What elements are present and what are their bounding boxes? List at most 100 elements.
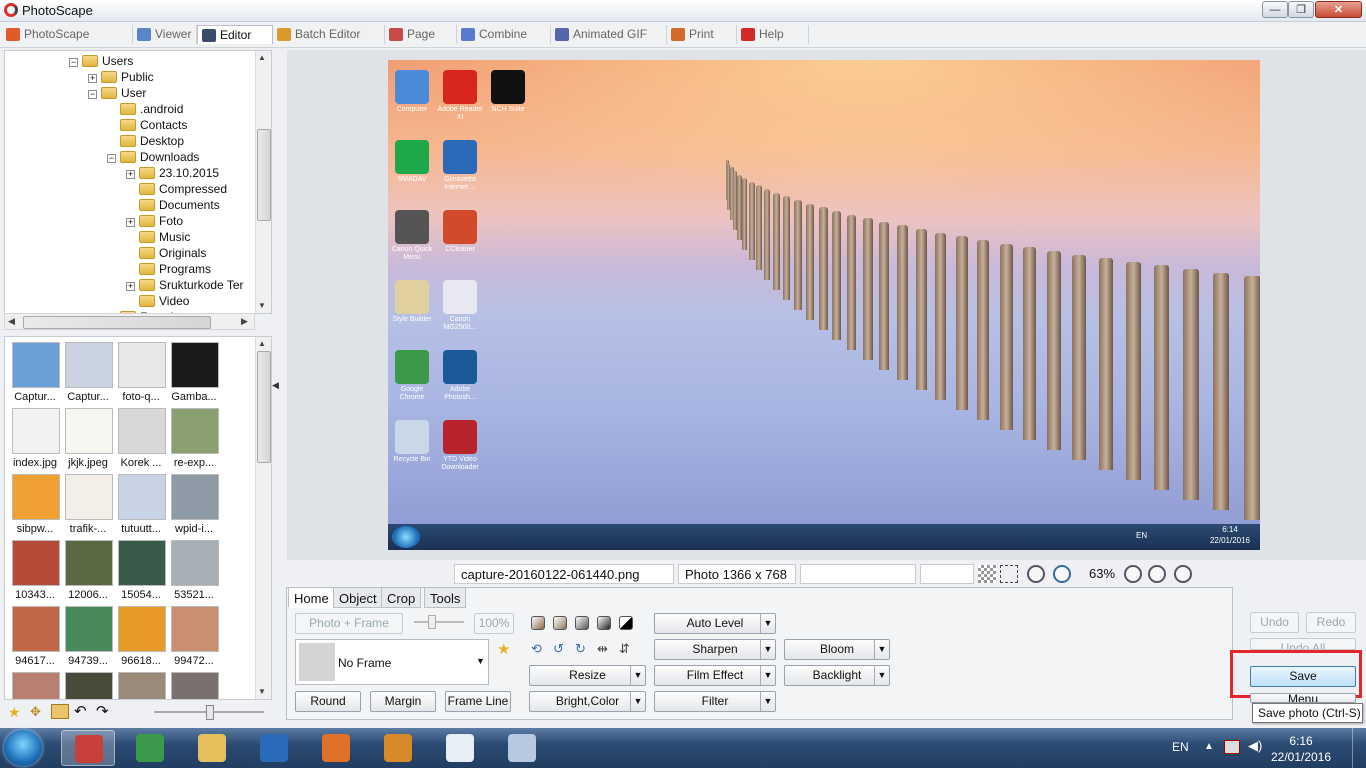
info-icon[interactable]	[1174, 565, 1192, 583]
film-effect-button[interactable]: Film Effect ▼	[654, 665, 776, 686]
tree-hscroll-thumb[interactable]	[23, 316, 211, 329]
rotate-auto-icon[interactable]: ⟲	[531, 641, 542, 657]
tree-item[interactable]: + Foto	[5, 213, 255, 229]
rotate-right-icon[interactable]: ↻	[575, 641, 586, 657]
taskbar-item-viewer[interactable]	[433, 730, 487, 766]
photo-preview[interactable]: Computer Adobe Reader XI NCH Suite SMADAV Gl…	[388, 60, 1260, 550]
vignette-bw-icon[interactable]	[619, 616, 633, 630]
maximize-button[interactable]: ❐	[1288, 1, 1314, 18]
tree-item[interactable]: Compressed	[5, 181, 255, 197]
tree-item[interactable]: Documents	[5, 197, 255, 213]
collapse-icon[interactable]: −	[69, 58, 78, 67]
collapse-icon[interactable]: −	[88, 90, 97, 99]
taskbar-clock[interactable]: 6:16 22/01/2016	[1262, 733, 1340, 765]
vignette-gray-icon[interactable]	[575, 616, 589, 630]
close-button[interactable]: ✕	[1315, 1, 1362, 18]
thumbnail-item[interactable]: 12006...	[63, 540, 113, 601]
tree-item[interactable]: .android	[5, 101, 255, 117]
chevron-down-icon[interactable]: ▼	[630, 692, 645, 711]
thumbnail-item[interactable]: index.jpg	[10, 408, 60, 469]
thumbnail-size-slider-handle[interactable]	[206, 705, 214, 720]
bright-color-button[interactable]: Bright,Color ▼	[529, 691, 646, 712]
undo-all-button[interactable]: Undo All	[1250, 638, 1356, 650]
tree-item[interactable]: Desktop	[5, 133, 255, 149]
frame-opacity-slider-handle[interactable]	[428, 615, 436, 629]
thumbnail-item[interactable]: 15054...	[116, 540, 166, 601]
tab-tools[interactable]: Tools	[424, 587, 467, 608]
redo-button[interactable]: Redo	[1306, 612, 1356, 633]
thumbnail-item[interactable]: wpid-i...	[169, 474, 219, 535]
margin-button[interactable]: Margin	[370, 691, 436, 712]
chevron-down-icon[interactable]: ▼	[630, 666, 645, 685]
chevron-down-icon[interactable]: ▼	[760, 614, 775, 633]
menu-tab-print[interactable]: Print	[667, 25, 737, 44]
menu-button[interactable]: Menu	[1250, 693, 1356, 703]
tree-item[interactable]: − Downloads	[5, 149, 255, 165]
tree-item[interactable]: + Public	[5, 69, 255, 85]
tree-item[interactable]: − Users	[5, 53, 255, 69]
thumbnail-item[interactable]: 94739...	[63, 606, 113, 667]
tree-item[interactable]: + Srukturkode Ter	[5, 277, 255, 293]
thumbnail-item[interactable]: 99472...	[169, 606, 219, 667]
forward-arrow-icon[interactable]: ↷	[96, 702, 109, 720]
tray-flag-icon[interactable]	[1224, 740, 1240, 754]
expand-icon[interactable]: +	[126, 282, 135, 291]
zoom-actual-icon[interactable]	[1053, 565, 1071, 583]
thumbnail-item[interactable]	[116, 672, 166, 699]
expand-icon[interactable]: +	[126, 170, 135, 179]
tree-item[interactable]: Video	[5, 293, 255, 309]
round-button[interactable]: Round	[295, 691, 361, 712]
filter-button[interactable]: Filter ▼	[654, 691, 776, 712]
thumbnail-item[interactable]: 96618...	[116, 606, 166, 667]
thumbnail-item[interactable]: Gamba...	[169, 342, 219, 403]
back-arrow-icon[interactable]: ↶	[74, 702, 87, 720]
photo-frame-button[interactable]: Photo + Frame	[295, 613, 403, 634]
taskbar-item-tim[interactable]	[247, 730, 301, 766]
thumbnail-item[interactable]: trafik-...	[63, 474, 113, 535]
expand-icon[interactable]: +	[88, 74, 97, 83]
thumbnail-item[interactable]: 53521...	[169, 540, 219, 601]
folder-tree[interactable]: − Users + Public − User .android Contacts Deskto…	[4, 50, 272, 314]
tree-item[interactable]: Originals	[5, 245, 255, 261]
tree-scroll-thumb[interactable]	[257, 129, 271, 221]
thumbnail-item[interactable]: jkjk.jpeg	[63, 408, 113, 469]
thumbnail-item[interactable]: 10343...	[10, 540, 60, 601]
resize-button[interactable]: Resize ▼	[529, 665, 646, 686]
thumbnail-item[interactable]: 94617...	[10, 606, 60, 667]
thumbnail-item[interactable]: Korek ...	[116, 408, 166, 469]
scroll-up-arrow-icon[interactable]: ▲	[258, 53, 266, 62]
scroll-up-arrow-icon[interactable]: ▲	[258, 339, 266, 348]
minimize-button[interactable]: —	[1262, 1, 1288, 18]
flip-horizontal-icon[interactable]: ⇹	[597, 641, 608, 657]
menu-tab-page[interactable]: Page	[385, 25, 457, 44]
frame-favorite-star-icon[interactable]: ★	[497, 640, 510, 658]
fit-window-icon[interactable]	[1000, 565, 1018, 583]
frame-selector[interactable]: No Frame ▼	[295, 639, 489, 685]
transparency-checker-icon[interactable]	[978, 565, 996, 583]
collapse-left-arrow-icon[interactable]: ◀	[272, 380, 279, 391]
zoom-in-icon[interactable]	[1124, 565, 1142, 583]
taskbar-item-chrome[interactable]	[123, 730, 177, 766]
frame-line-button[interactable]: Frame Line	[445, 691, 511, 712]
tab-home[interactable]: Home	[288, 587, 335, 608]
favorites-icon[interactable]: ✥	[30, 704, 41, 720]
thumbnail-item[interactable]	[10, 672, 60, 699]
taskbar-language[interactable]: EN	[1172, 740, 1189, 754]
rotate-left-icon[interactable]: ↺	[553, 641, 564, 657]
thumbnail-item[interactable]	[63, 672, 113, 699]
menu-tab-animated-gif[interactable]: Animated GIF	[551, 25, 667, 44]
menu-tab-batch-editor[interactable]: Batch Editor	[273, 25, 385, 44]
taskbar-item-paint[interactable]	[495, 730, 549, 766]
show-desktop-button[interactable]	[1352, 728, 1366, 768]
menu-tab-photoscape[interactable]: PhotoScape	[2, 25, 133, 44]
thumbs-scroll-thumb[interactable]	[257, 351, 271, 463]
panel-splitter[interactable]: ◀	[270, 330, 284, 440]
tree-item[interactable]: Programs	[5, 261, 255, 277]
menu-tab-combine[interactable]: Combine	[457, 25, 551, 44]
collapse-icon[interactable]: −	[107, 154, 116, 163]
thumbs-vertical-scrollbar[interactable]: ▲ ▼	[255, 337, 271, 699]
expand-icon[interactable]: +	[126, 218, 135, 227]
thumbnail-item[interactable]: foto-q...	[116, 342, 166, 403]
flip-vertical-icon[interactable]: ⇵	[619, 641, 630, 657]
favorite-star-icon[interactable]: ★	[8, 704, 21, 721]
